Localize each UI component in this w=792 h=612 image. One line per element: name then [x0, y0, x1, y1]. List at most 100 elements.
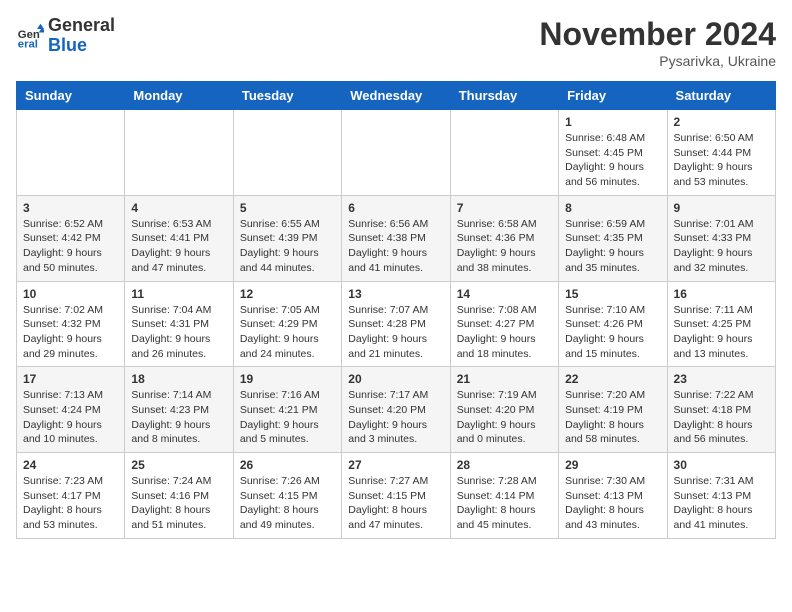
day-number: 2 [674, 115, 769, 129]
calendar-cell: 9 Sunrise: 7:01 AM Sunset: 4:33 PM Daylig… [667, 195, 775, 281]
header-saturday: Saturday [667, 82, 775, 110]
calendar-cell: 17Sunrise: 7:13 AM Sunset: 4:24 PM Dayli… [17, 367, 125, 453]
day-info: Sunrise: 6:48 AM Sunset: 4:45 PM Dayligh… [565, 131, 660, 190]
day-info: Sunrise: 7:30 AM Sunset: 4:13 PM Dayligh… [565, 474, 660, 533]
calendar-cell [125, 110, 233, 196]
svg-text:eral: eral [18, 38, 38, 50]
day-number: 12 [240, 287, 335, 301]
calendar-cell [342, 110, 450, 196]
day-number: 9 [674, 201, 769, 215]
day-info: Sunrise: 7:27 AM Sunset: 4:15 PM Dayligh… [348, 474, 443, 533]
day-info: Sunrise: 7:26 AM Sunset: 4:15 PM Dayligh… [240, 474, 335, 533]
calendar-cell: 29 Sunrise: 7:30 AM Sunset: 4:13 PM Dayli… [559, 453, 667, 539]
calendar-table: SundayMondayTuesdayWednesdayThursdayFrid… [16, 81, 776, 539]
calendar-cell: 26 Sunrise: 7:26 AM Sunset: 4:15 PM Dayli… [233, 453, 341, 539]
day-number: 19 [240, 372, 335, 386]
day-number: 3 [23, 201, 118, 215]
day-number: 27 [348, 458, 443, 472]
day-info: Sunrise: 7:01 AM Sunset: 4:33 PM Dayligh… [674, 217, 769, 276]
calendar-cell: 12 Sunrise: 7:05 AM Sunset: 4:29 PM Dayli… [233, 281, 341, 367]
logo-text: General Blue [48, 16, 115, 56]
day-number: 6 [348, 201, 443, 215]
calendar-cell: 7 Sunrise: 6:58 AM Sunset: 4:36 PM Daylig… [450, 195, 558, 281]
calendar-cell: 24 Sunrise: 7:23 AM Sunset: 4:17 PM Dayli… [17, 453, 125, 539]
day-number: 26 [240, 458, 335, 472]
day-number: 24 [23, 458, 118, 472]
day-info: Sunrise: 7:17 AM Sunset: 4:20 PM Dayligh… [348, 388, 443, 447]
header-monday: Monday [125, 82, 233, 110]
logo-icon: Gen eral [16, 22, 44, 50]
day-info: Sunrise: 6:53 AM Sunset: 4:41 PM Dayligh… [131, 217, 226, 276]
page-header: Gen eral General Blue November 2024 Pysa… [16, 16, 776, 69]
calendar-cell: 22Sunrise: 7:20 AM Sunset: 4:19 PM Dayli… [559, 367, 667, 453]
day-number: 10 [23, 287, 118, 301]
calendar-cell [450, 110, 558, 196]
day-number: 28 [457, 458, 552, 472]
day-info: Sunrise: 7:31 AM Sunset: 4:13 PM Dayligh… [674, 474, 769, 533]
calendar-cell: 13Sunrise: 7:07 AM Sunset: 4:28 PM Dayli… [342, 281, 450, 367]
calendar-cell: 23 Sunrise: 7:22 AM Sunset: 4:18 PM Dayli… [667, 367, 775, 453]
day-info: Sunrise: 7:28 AM Sunset: 4:14 PM Dayligh… [457, 474, 552, 533]
day-info: Sunrise: 7:07 AM Sunset: 4:28 PM Dayligh… [348, 303, 443, 362]
day-info: Sunrise: 6:58 AM Sunset: 4:36 PM Dayligh… [457, 217, 552, 276]
day-info: Sunrise: 7:24 AM Sunset: 4:16 PM Dayligh… [131, 474, 226, 533]
day-number: 25 [131, 458, 226, 472]
calendar-week-5: 24 Sunrise: 7:23 AM Sunset: 4:17 PM Dayli… [17, 453, 776, 539]
day-number: 29 [565, 458, 660, 472]
calendar-week-2: 3 Sunrise: 6:52 AM Sunset: 4:42 PM Daylig… [17, 195, 776, 281]
day-number: 5 [240, 201, 335, 215]
day-info: Sunrise: 6:52 AM Sunset: 4:42 PM Dayligh… [23, 217, 118, 276]
day-number: 21 [457, 372, 552, 386]
day-info: Sunrise: 7:14 AM Sunset: 4:23 PM Dayligh… [131, 388, 226, 447]
day-info: Sunrise: 6:56 AM Sunset: 4:38 PM Dayligh… [348, 217, 443, 276]
header-wednesday: Wednesday [342, 82, 450, 110]
calendar-cell: 11 Sunrise: 7:04 AM Sunset: 4:31 PM Dayli… [125, 281, 233, 367]
day-number: 7 [457, 201, 552, 215]
calendar-week-4: 17Sunrise: 7:13 AM Sunset: 4:24 PM Dayli… [17, 367, 776, 453]
calendar-cell: 3 Sunrise: 6:52 AM Sunset: 4:42 PM Daylig… [17, 195, 125, 281]
calendar-cell: 2Sunrise: 6:50 AM Sunset: 4:44 PM Daylig… [667, 110, 775, 196]
calendar-week-3: 10 Sunrise: 7:02 AM Sunset: 4:32 PM Dayli… [17, 281, 776, 367]
day-info: Sunrise: 7:16 AM Sunset: 4:21 PM Dayligh… [240, 388, 335, 447]
location: Pysarivka, Ukraine [539, 53, 776, 69]
calendar-cell: 5 Sunrise: 6:55 AM Sunset: 4:39 PM Daylig… [233, 195, 341, 281]
day-info: Sunrise: 7:23 AM Sunset: 4:17 PM Dayligh… [23, 474, 118, 533]
day-number: 16 [674, 287, 769, 301]
day-info: Sunrise: 7:04 AM Sunset: 4:31 PM Dayligh… [131, 303, 226, 362]
calendar-cell: 30Sunrise: 7:31 AM Sunset: 4:13 PM Dayli… [667, 453, 775, 539]
day-info: Sunrise: 7:11 AM Sunset: 4:25 PM Dayligh… [674, 303, 769, 362]
calendar-cell: 4Sunrise: 6:53 AM Sunset: 4:41 PM Daylig… [125, 195, 233, 281]
day-number: 1 [565, 115, 660, 129]
month-title: November 2024 [539, 16, 776, 53]
calendar-cell [233, 110, 341, 196]
calendar-cell: 21 Sunrise: 7:19 AM Sunset: 4:20 PM Dayli… [450, 367, 558, 453]
calendar-cell: 27 Sunrise: 7:27 AM Sunset: 4:15 PM Dayli… [342, 453, 450, 539]
day-number: 23 [674, 372, 769, 386]
day-number: 8 [565, 201, 660, 215]
logo: Gen eral General Blue [16, 16, 115, 56]
day-info: Sunrise: 7:13 AM Sunset: 4:24 PM Dayligh… [23, 388, 118, 447]
calendar-cell: 6 Sunrise: 6:56 AM Sunset: 4:38 PM Daylig… [342, 195, 450, 281]
day-info: Sunrise: 7:22 AM Sunset: 4:18 PM Dayligh… [674, 388, 769, 447]
calendar-header-row: SundayMondayTuesdayWednesdayThursdayFrid… [17, 82, 776, 110]
day-info: Sunrise: 7:05 AM Sunset: 4:29 PM Dayligh… [240, 303, 335, 362]
day-info: Sunrise: 7:19 AM Sunset: 4:20 PM Dayligh… [457, 388, 552, 447]
day-number: 22 [565, 372, 660, 386]
header-friday: Friday [559, 82, 667, 110]
day-info: Sunrise: 7:08 AM Sunset: 4:27 PM Dayligh… [457, 303, 552, 362]
day-info: Sunrise: 6:55 AM Sunset: 4:39 PM Dayligh… [240, 217, 335, 276]
logo-blue: Blue [48, 35, 87, 55]
calendar-week-1: 1 Sunrise: 6:48 AM Sunset: 4:45 PM Daylig… [17, 110, 776, 196]
logo-general: General [48, 15, 115, 35]
calendar-cell: 18 Sunrise: 7:14 AM Sunset: 4:23 PM Dayli… [125, 367, 233, 453]
day-info: Sunrise: 6:59 AM Sunset: 4:35 PM Dayligh… [565, 217, 660, 276]
day-info: Sunrise: 7:02 AM Sunset: 4:32 PM Dayligh… [23, 303, 118, 362]
day-number: 11 [131, 287, 226, 301]
calendar-cell: 28 Sunrise: 7:28 AM Sunset: 4:14 PM Dayli… [450, 453, 558, 539]
header-thursday: Thursday [450, 82, 558, 110]
title-area: November 2024 Pysarivka, Ukraine [539, 16, 776, 69]
day-number: 18 [131, 372, 226, 386]
calendar-body: 1 Sunrise: 6:48 AM Sunset: 4:45 PM Daylig… [17, 110, 776, 539]
calendar-cell: 15Sunrise: 7:10 AM Sunset: 4:26 PM Dayli… [559, 281, 667, 367]
calendar-cell: 16 Sunrise: 7:11 AM Sunset: 4:25 PM Dayli… [667, 281, 775, 367]
